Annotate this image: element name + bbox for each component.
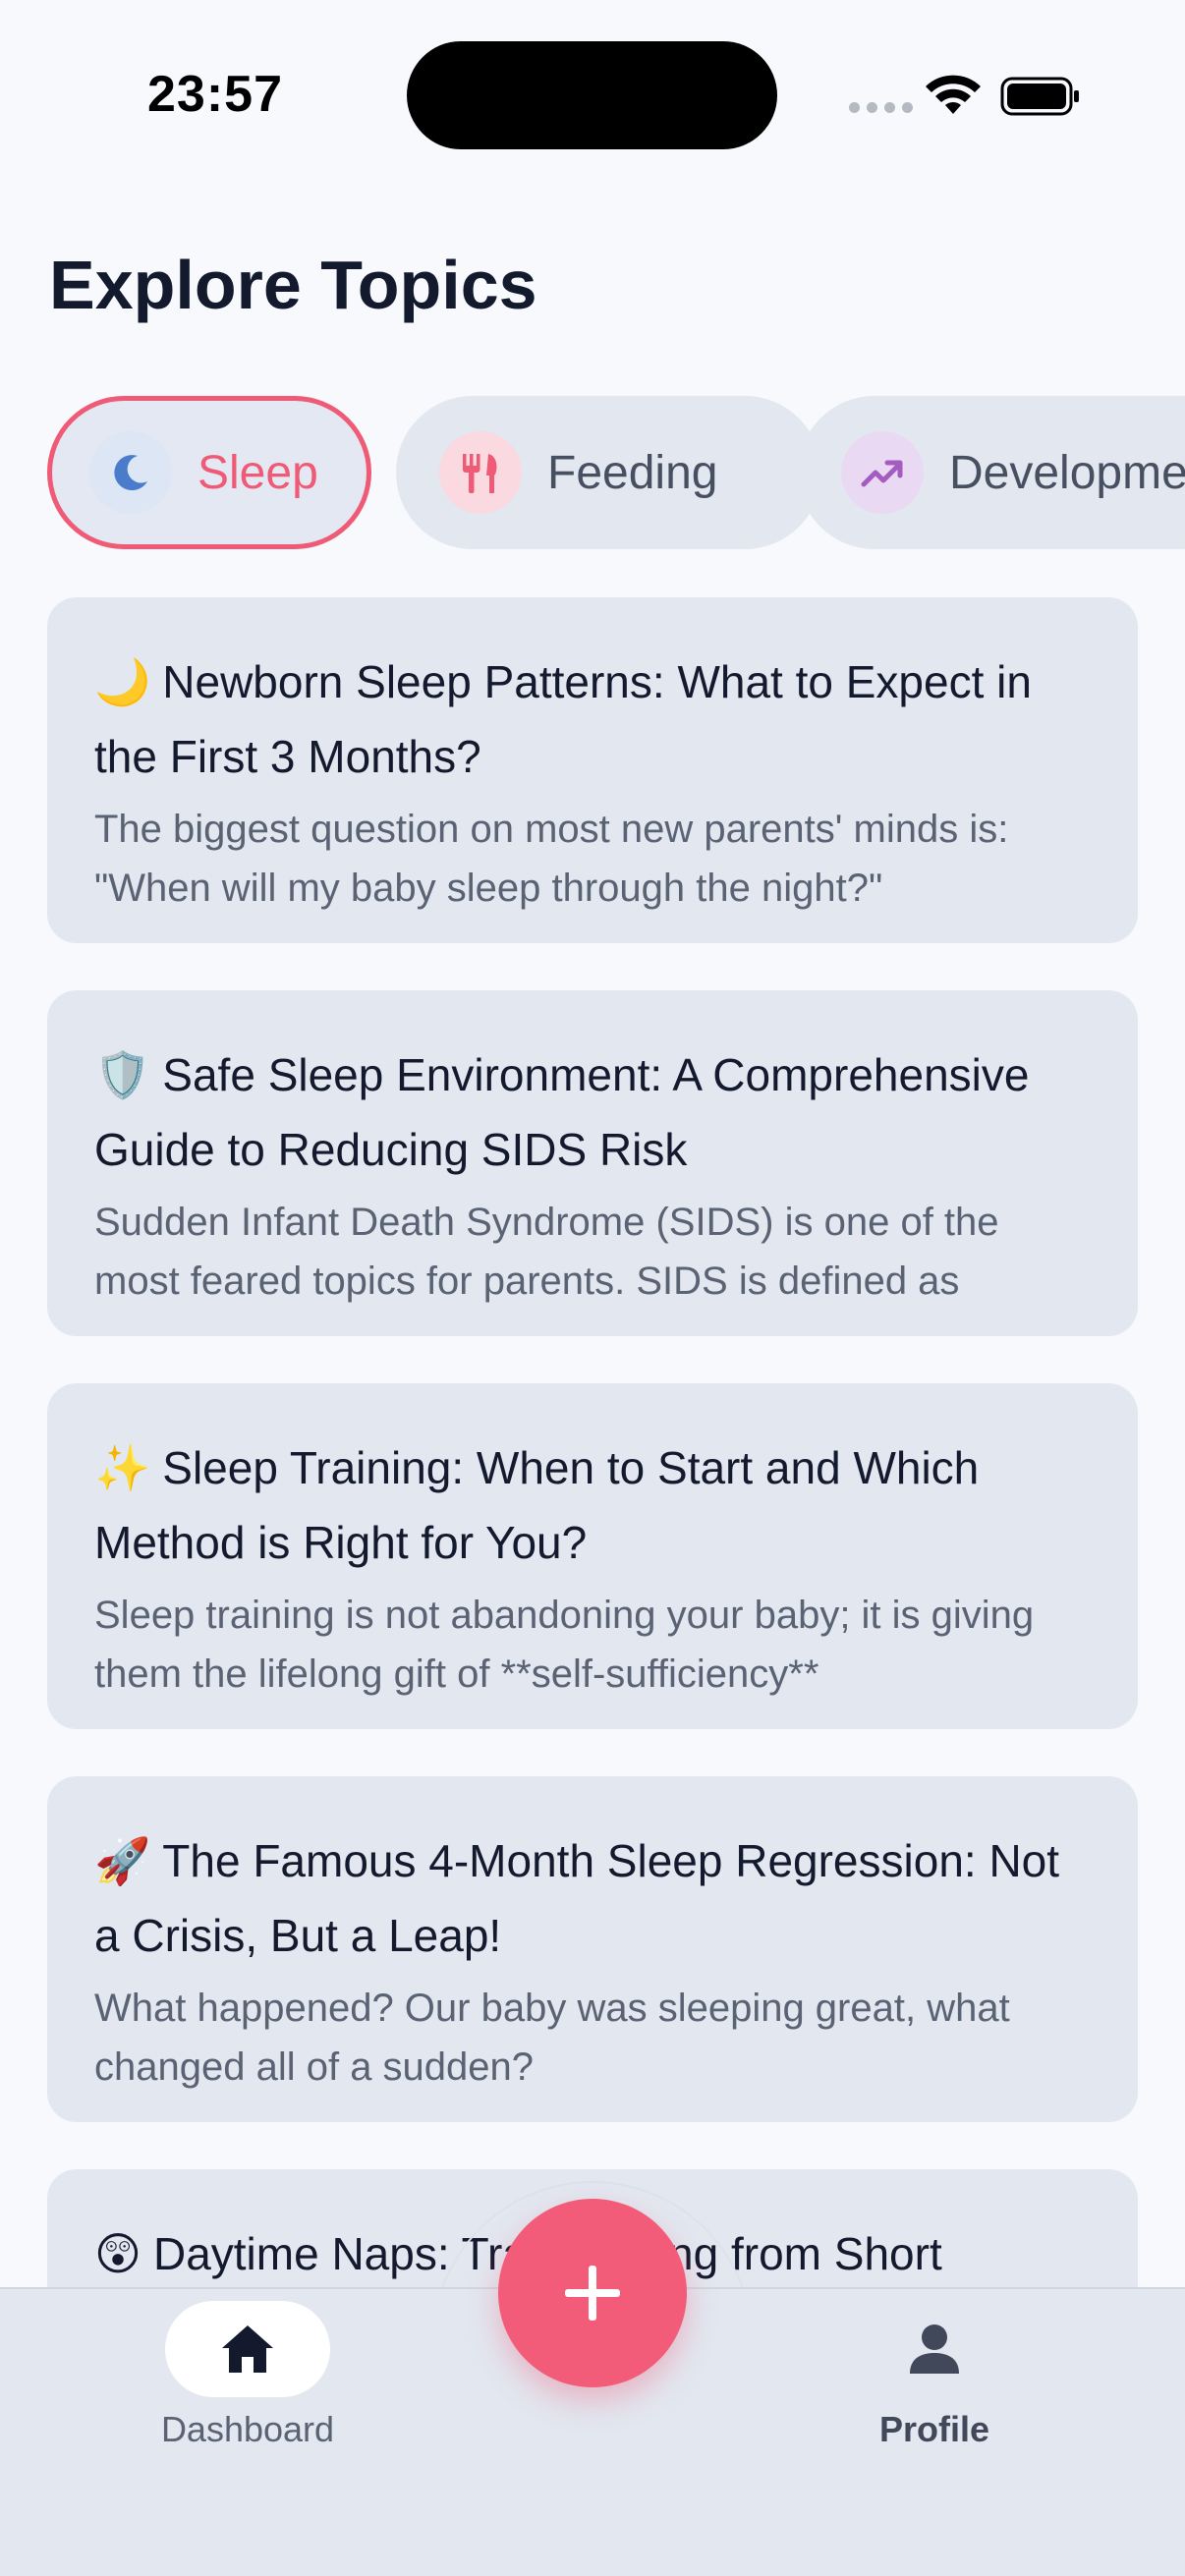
- add-button[interactable]: [498, 2199, 687, 2387]
- dynamic-island: [407, 41, 777, 149]
- person-icon: [910, 2324, 959, 2374]
- article-emoji: 😲: [94, 2227, 141, 2280]
- nav-item-profile[interactable]: Profile: [841, 2289, 1028, 2450]
- article-title: 🛡️ Safe Sleep Environment: A Comprehensiv…: [94, 1048, 1030, 1175]
- category-chip-label: Sleep: [198, 446, 318, 499]
- nav-label-dashboard: Dashboard: [160, 2409, 335, 2449]
- plus-icon: [565, 2266, 620, 2321]
- article-card[interactable]: 🚀 The Famous 4-Month Sleep Regression: No…: [47, 1776, 1138, 2122]
- article-card[interactable]: ✨ Sleep Training: When to Start and Which…: [47, 1383, 1138, 1729]
- page-title: Explore Topics: [49, 247, 537, 323]
- category-chip-label: Feeding: [547, 446, 718, 499]
- article-title: 🚀 The Famous 4-Month Sleep Regression: No…: [94, 1834, 1060, 1961]
- utensils-icon: [439, 431, 522, 514]
- battery-icon: [1000, 77, 1079, 116]
- category-chip-sleep[interactable]: Sleep: [47, 396, 371, 549]
- article-card[interactable]: 🛡️ Safe Sleep Environment: A Comprehensiv…: [47, 990, 1138, 1336]
- wifi-icon: [926, 75, 981, 114]
- status-bar: 23:57: [0, 0, 1185, 187]
- article-emoji: ✨: [94, 1441, 151, 1494]
- article-title: 🌙 Newborn Sleep Patterns: What to Expect …: [94, 655, 1032, 782]
- nav-active-pill: [165, 2301, 330, 2397]
- category-chip-label: Development: [949, 446, 1185, 499]
- article-excerpt: Sleep training is not abandoning your ba…: [94, 1594, 1035, 1696]
- article-excerpt: Sudden Infant Death Syndrome (SIDS) is o…: [94, 1201, 999, 1303]
- moon-icon: [89, 431, 172, 514]
- article-excerpt: What happened? Our baby was sleeping gre…: [94, 1987, 1010, 2089]
- cellular-signal-icon: [849, 102, 913, 113]
- category-chip-feeding[interactable]: Feeding: [396, 396, 821, 549]
- status-time: 23:57: [147, 66, 283, 123]
- article-emoji: 🌙: [94, 655, 151, 708]
- article-emoji: 🚀: [94, 1834, 151, 1887]
- home-icon: [222, 2325, 273, 2373]
- article-card[interactable]: 🌙 Newborn Sleep Patterns: What to Expect …: [47, 597, 1138, 943]
- article-excerpt: The biggest question on most new parents…: [94, 808, 1009, 910]
- trending-up-icon: [841, 431, 924, 514]
- article-title: ✨ Sleep Training: When to Start and Which…: [94, 1441, 980, 1568]
- app-screen: 23:57 Explore Topics Sleep Feeding Devel…: [0, 0, 1185, 2576]
- category-chip-development[interactable]: Development: [798, 396, 1185, 549]
- nav-label-profile: Profile: [878, 2409, 990, 2449]
- nav-item-dashboard[interactable]: Dashboard: [155, 2289, 340, 2450]
- category-chips: Sleep Feeding Developme: [47, 396, 1185, 551]
- article-emoji: 🛡️: [94, 1048, 151, 1101]
